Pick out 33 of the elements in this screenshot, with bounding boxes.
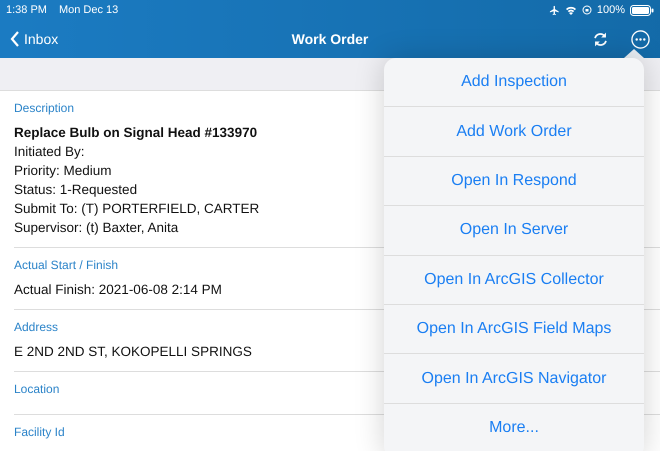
field-value: Initiated By: xyxy=(14,143,85,161)
field-label: Location xyxy=(14,382,60,396)
status-time: 1:38 PM xyxy=(6,4,47,16)
field-value: Submit To: (T) PORTERFIELD, CARTER xyxy=(14,200,260,218)
menu-item[interactable]: Open In ArcGIS Collector xyxy=(384,256,644,305)
screen-title: Work Order xyxy=(292,31,368,47)
field-value: Status: 1-Requested xyxy=(14,181,138,199)
status-date: Mon Dec 13 xyxy=(58,4,118,16)
chevron-left-icon xyxy=(10,31,20,47)
field-value: Supervisor: (t) Baxter, Anita xyxy=(14,219,178,237)
field-value: Priority: Medium xyxy=(14,162,112,180)
airplane-icon xyxy=(548,4,560,16)
menu-item[interactable]: Open In Respond xyxy=(384,156,644,206)
work-order-title: Replace Bulb on Signal Head #133970 xyxy=(14,124,258,142)
battery-icon xyxy=(630,4,654,16)
field-label: Description xyxy=(14,101,74,115)
menu-item[interactable]: Open In Server xyxy=(384,206,644,256)
field-value: E 2ND 2ND ST, KOKOPELLI SPRINGS xyxy=(14,343,252,361)
menu-item[interactable]: Open In ArcGIS Navigator xyxy=(384,354,644,404)
field-label: Actual Start / Finish xyxy=(14,258,118,272)
battery-percent: 100% xyxy=(596,4,625,16)
back-button[interactable]: Inbox xyxy=(10,31,58,47)
menu-item[interactable]: Add Inspection xyxy=(384,58,644,108)
field-label: Facility Id xyxy=(14,425,65,439)
refresh-icon[interactable] xyxy=(592,32,609,46)
more-icon[interactable] xyxy=(631,30,650,48)
field-value: Actual Finish: 2021-06-08 2:14 PM xyxy=(14,281,222,299)
menu-item[interactable]: More... xyxy=(384,404,644,451)
menu-item[interactable]: Open In ArcGIS Field Maps xyxy=(384,304,644,354)
field-label: Address xyxy=(14,320,58,334)
menu-item[interactable]: Add Work Order xyxy=(384,107,644,157)
wifi-icon xyxy=(564,5,577,15)
lock-rotation-icon xyxy=(582,5,592,15)
